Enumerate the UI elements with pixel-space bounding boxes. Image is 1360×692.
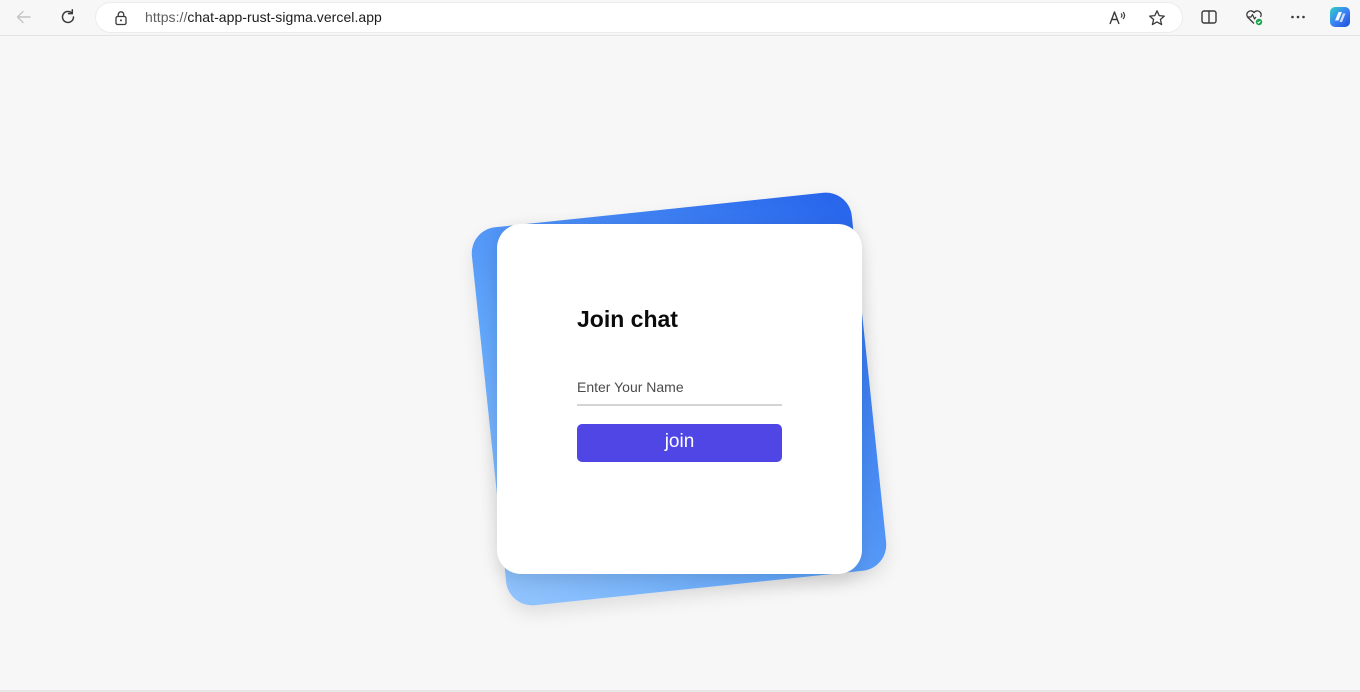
name-input[interactable] — [577, 370, 782, 406]
url-scheme: https:// — [145, 9, 188, 25]
heart-pulse-icon[interactable] — [1240, 3, 1268, 31]
lock-icon[interactable] — [112, 9, 130, 32]
address-bar[interactable]: https://chat-app-rust-sigma.vercel.app — [96, 3, 1182, 32]
join-button[interactable]: join — [577, 424, 782, 462]
browser-toolbar: https://chat-app-rust-sigma.vercel.app — [0, 0, 1360, 36]
more-dots-icon[interactable] — [1284, 3, 1312, 31]
read-aloud-icon[interactable] — [1107, 8, 1127, 33]
join-title: Join chat — [577, 306, 678, 332]
page-viewport: Join chat join — [0, 36, 1360, 692]
split-screen-icon[interactable] — [1195, 3, 1223, 31]
back-arrow-icon[interactable] — [10, 3, 38, 31]
join-card: Join chat join — [497, 224, 862, 574]
copilot-icon[interactable] — [1326, 3, 1354, 31]
url-text[interactable]: https://chat-app-rust-sigma.vercel.app — [145, 9, 382, 25]
refresh-icon[interactable] — [54, 3, 82, 31]
star-icon[interactable] — [1147, 8, 1167, 33]
url-host: chat-app-rust-sigma.vercel.app — [187, 9, 382, 25]
